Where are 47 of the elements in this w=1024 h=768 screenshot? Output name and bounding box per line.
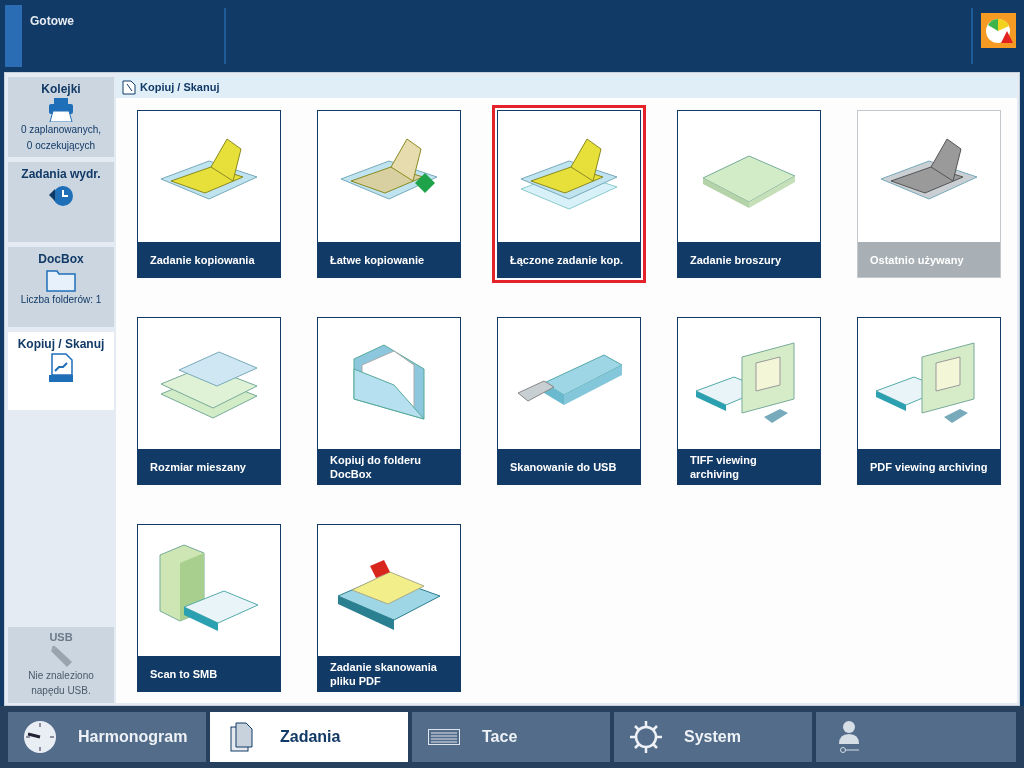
tile-label: TIFF viewing archiving [690,452,758,481]
sidebar-item-info: 0 oczekujących [26,139,96,153]
sidebar-item-title: Zadania wydr. [21,166,101,183]
clock-icon [23,720,57,754]
nav-tab[interactable]: Zadania [210,712,408,762]
clock-arrow-icon [47,183,75,209]
copy-job-tile[interactable]: Łączone zadanie kop. [492,105,646,283]
settings-icon [629,720,663,754]
tile-label: Ostatnio używany [870,252,964,267]
tile-label: Łatwe kopiowanie [330,252,425,267]
gauge-warning-icon[interactable] [981,13,1016,48]
sidebar-item[interactable]: DocBox Liczba folderów: 1 [8,247,114,327]
tile-label: Zadanie kopiowania [150,252,255,267]
nav-tab[interactable]: System [614,712,812,762]
status-indicator [5,5,22,67]
printer-icon [48,98,74,122]
tile-label: Zadanie broszury [690,252,782,267]
tile-label: PDF viewing archiving [870,459,988,474]
sidebar-item-info: Liczba folderów: 1 [20,293,102,307]
documents-icon [230,722,254,752]
nav-tab[interactable] [816,712,1016,762]
sidebar-item[interactable]: Kopiuj / Skanuj [8,332,114,410]
copy-scan-icon [47,353,75,383]
tile-label: Scan to SMB [150,666,218,681]
usb-status: napędu USB. [31,683,91,698]
breadcrumb-text: Kopiuj / Skanuj [140,80,220,96]
tile-label: Kopiuj do folderu DocBox [330,452,423,481]
sidebar-item-title: Kolejki [41,81,81,98]
sidebar-item[interactable]: Kolejki 0 zaplanowanych, 0 oczekujących [8,77,114,157]
status-text: Gotowe [30,14,74,28]
sidebar-item-title: DocBox [38,251,84,268]
tile-label: Zadanie skanowania pliku PDF [330,659,438,688]
tile-label: Skanowanie do USB [510,459,617,474]
tile-label: Rozmiar mieszany [150,459,246,474]
tile-label: Łączone zadanie kop. [510,252,624,267]
user-key-icon [839,720,861,754]
usb-status: Nie znaleziono [28,668,94,683]
folder-icon [46,268,76,292]
copy-scan-icon [122,80,136,95]
sidebar-item[interactable]: Zadania wydr. [8,162,114,242]
nav-tab[interactable]: Tace [412,712,610,762]
usb-stick-icon [48,645,74,668]
sidebar-item-info: 0 zaplanowanych, [20,123,102,137]
usb-title: USB [49,630,73,645]
tray-icon [428,729,460,745]
sidebar-item-title: Kopiuj / Skanuj [17,336,105,353]
nav-tab[interactable]: Harmonogram [8,712,206,762]
